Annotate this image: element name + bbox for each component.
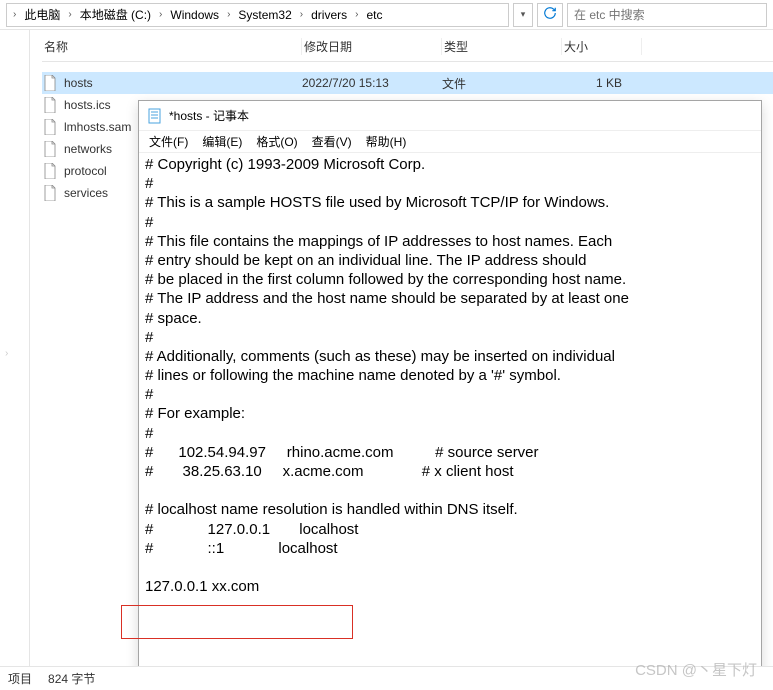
status-items: 项目 (8, 670, 32, 687)
file-icon (42, 119, 58, 135)
file-icon (42, 97, 58, 113)
breadcrumb-crumb[interactable]: 此电脑 (20, 6, 64, 23)
file-date: 2022/7/20 15:13 (302, 76, 442, 90)
breadcrumb-crumb[interactable]: drivers (307, 8, 351, 22)
menu-format[interactable]: 格式(O) (250, 131, 303, 152)
file-name: hosts.ics (64, 98, 111, 112)
notepad-title-text: *hosts - 记事本 (169, 107, 249, 124)
chevron-right-icon: › (353, 9, 360, 20)
breadcrumb-crumb[interactable]: System32 (234, 8, 295, 22)
file-size: 1 KB (562, 76, 642, 90)
chevron-right-icon: › (157, 9, 164, 20)
file-icon (42, 75, 58, 91)
status-bar: 项目 824 字节 (0, 666, 773, 690)
file-name: protocol (64, 164, 107, 178)
chevron-right-icon: › (3, 348, 10, 359)
chevron-right-icon: › (11, 9, 18, 20)
file-row[interactable]: hosts 2022/7/20 15:13文件1 KB (42, 72, 773, 94)
breadcrumb-crumb[interactable]: 本地磁盘 (C:) (76, 6, 155, 23)
notepad-window[interactable]: *hosts - 记事本 文件(F) 编辑(E) 格式(O) 查看(V) 帮助(… (138, 100, 762, 680)
file-name: lmhosts.sam (64, 120, 131, 134)
refresh-button[interactable] (537, 3, 563, 27)
column-date[interactable]: 修改日期 (302, 38, 442, 55)
breadcrumb[interactable]: › 此电脑 › 本地磁盘 (C:) › Windows › System32 ›… (6, 3, 509, 27)
file-type: 文件 (442, 75, 562, 92)
file-icon (42, 163, 58, 179)
notepad-icon (147, 108, 163, 124)
file-icon (42, 185, 58, 201)
search-input[interactable] (567, 3, 767, 27)
chevron-down-icon: ▾ (521, 9, 526, 20)
refresh-icon (543, 6, 557, 23)
menu-edit[interactable]: 编辑(E) (196, 131, 248, 152)
notepad-textarea[interactable]: # Copyright (c) 1993-2009 Microsoft Corp… (139, 153, 761, 679)
column-type[interactable]: 类型 (442, 38, 562, 55)
history-dropdown[interactable]: ▾ (513, 3, 533, 27)
menu-help[interactable]: 帮助(H) (360, 131, 413, 152)
breadcrumb-crumb[interactable]: etc (362, 8, 386, 22)
menu-file[interactable]: 文件(F) (143, 131, 194, 152)
breadcrumb-crumb[interactable]: Windows (166, 8, 223, 22)
column-name[interactable]: 名称 (42, 38, 302, 55)
status-size: 824 字节 (48, 670, 95, 687)
chevron-right-icon: › (225, 9, 232, 20)
file-name: hosts (64, 76, 93, 90)
notepad-titlebar[interactable]: *hosts - 记事本 (139, 101, 761, 131)
file-name: services (64, 186, 108, 200)
notepad-menubar: 文件(F) 编辑(E) 格式(O) 查看(V) 帮助(H) (139, 131, 761, 153)
column-headers: 名称 修改日期 类型 大小 (42, 38, 773, 62)
folder-tree-gutter: › (0, 30, 30, 666)
column-size[interactable]: 大小 (562, 38, 642, 55)
chevron-right-icon: › (298, 9, 305, 20)
chevron-right-icon: › (66, 9, 73, 20)
file-name: networks (64, 142, 112, 156)
menu-view[interactable]: 查看(V) (306, 131, 358, 152)
file-icon (42, 141, 58, 157)
